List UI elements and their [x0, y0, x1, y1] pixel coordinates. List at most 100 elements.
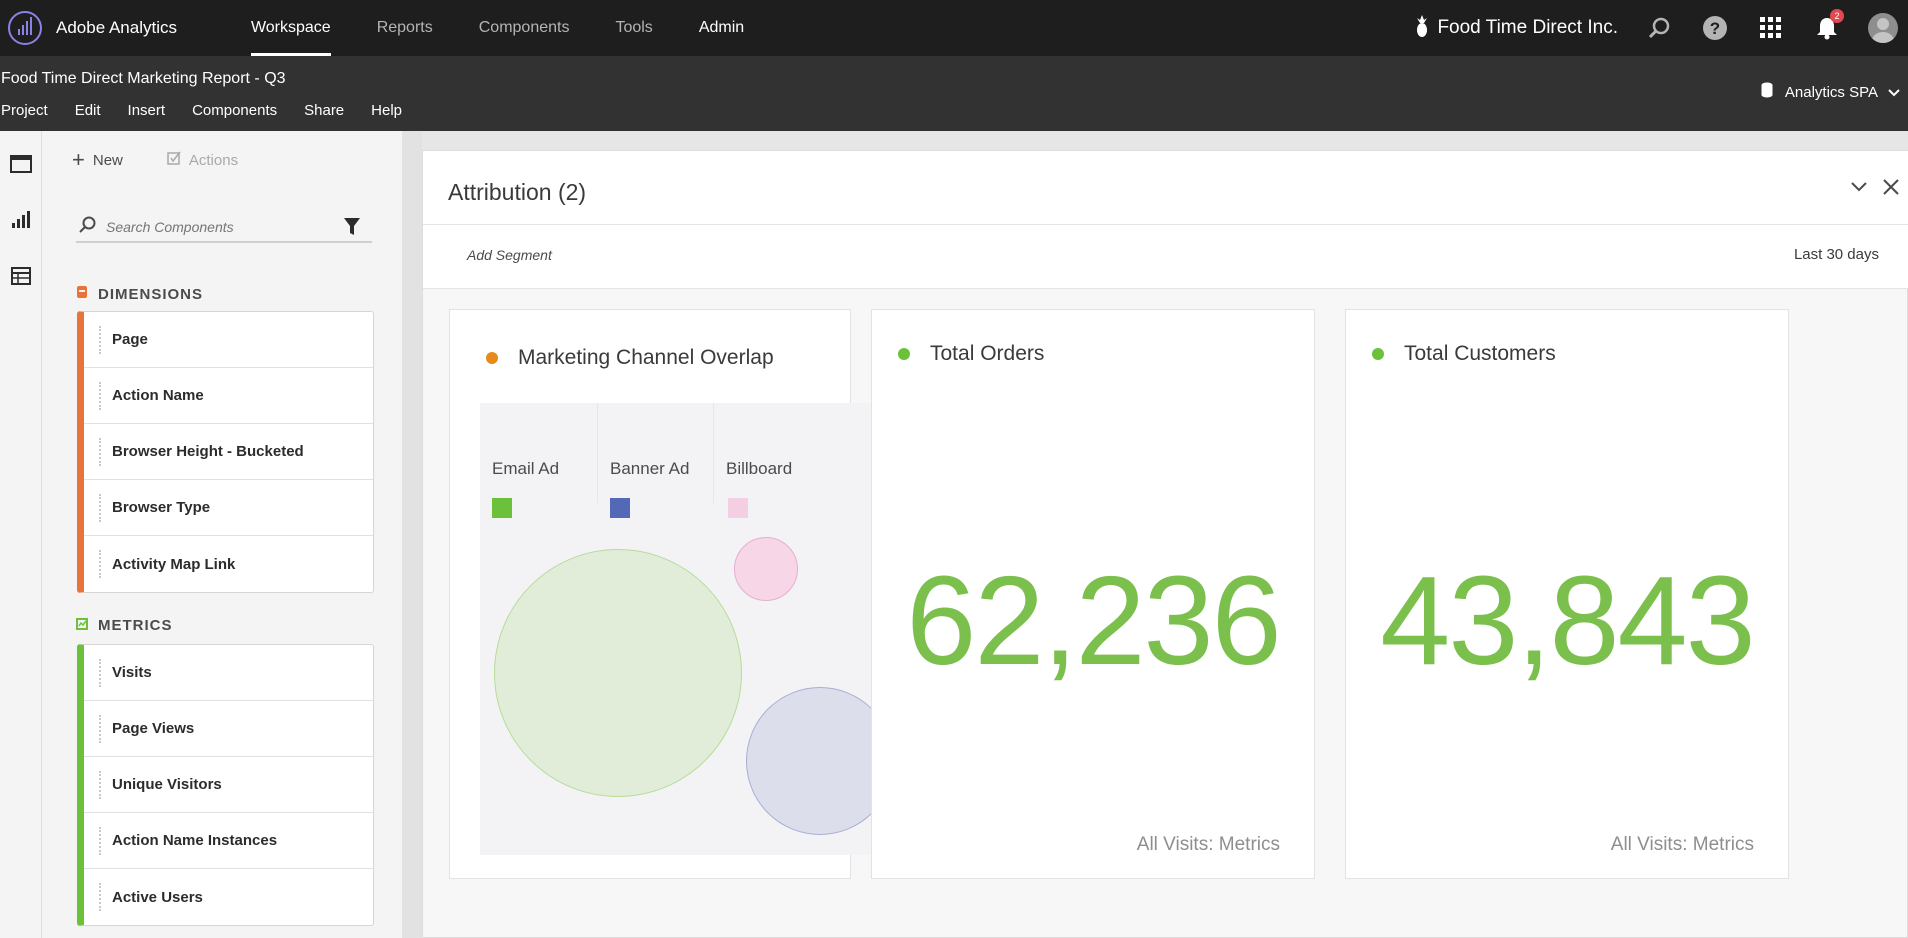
drag-handle	[99, 326, 101, 354]
metric-item[interactable]: Unique Visitors	[84, 757, 373, 813]
metric-item[interactable]: Active Users	[84, 869, 373, 925]
apps-grid-icon[interactable]	[1756, 13, 1786, 43]
summary-number-card[interactable]: Total Orders 62,236 All Visits: Metrics	[871, 309, 1315, 879]
drag-handle	[99, 382, 101, 410]
metric-label: Page Views	[112, 720, 195, 737]
kpi-value: 43,843	[1380, 550, 1755, 691]
venn-circle-email-ad[interactable]	[494, 549, 742, 797]
dimension-label: Activity Map Link	[112, 555, 236, 573]
adobe-analytics-logo-icon	[8, 11, 42, 45]
filter-icon[interactable]	[344, 218, 360, 241]
notification-badge: 2	[1830, 9, 1844, 23]
report-suite-name: Analytics SPA	[1784, 83, 1878, 101]
app-name: Adobe Analytics	[56, 18, 177, 37]
search-icon	[78, 216, 96, 239]
plus-icon: +	[72, 147, 85, 172]
chevron-down-icon[interactable]	[1851, 179, 1867, 197]
panel-resize-divider[interactable]	[402, 131, 422, 938]
status-dot	[486, 352, 498, 364]
close-icon[interactable]	[1883, 179, 1899, 200]
nav-reports[interactable]: Reports	[377, 0, 433, 56]
company-switcher[interactable]: Food Time Direct Inc.	[1415, 14, 1618, 42]
visualizations-icon[interactable]	[10, 209, 32, 231]
dimension-item[interactable]: Browser Height - Bucketed	[84, 424, 373, 480]
new-button[interactable]: + New	[72, 149, 123, 171]
database-icon	[1761, 82, 1773, 102]
nav-components[interactable]: Components	[479, 0, 570, 56]
add-segment[interactable]: Add Segment	[467, 247, 552, 263]
venn-title-row: Marketing Channel Overlap	[486, 346, 774, 370]
search-components	[76, 213, 372, 243]
nav-admin[interactable]: Admin	[699, 0, 744, 56]
metric-label: Active Users	[112, 888, 203, 906]
pineapple-icon	[1415, 14, 1429, 42]
help-icon[interactable]: ?	[1700, 13, 1730, 43]
nav-workspace[interactable]: Workspace	[250, 0, 331, 56]
components-table-icon[interactable]	[10, 265, 32, 287]
venn-diagram[interactable]: Email Ad Banner Ad Billboard	[480, 403, 906, 855]
metric-item[interactable]: Visits	[84, 645, 373, 701]
panel-actions: + New Actions	[72, 149, 238, 171]
kpi-title: Total Orders	[930, 342, 1045, 365]
dimension-item[interactable]: Action Name	[84, 368, 373, 424]
legend-banner-ad: Banner Ad	[610, 459, 690, 478]
menu-components[interactable]: Components	[192, 102, 277, 119]
actions-button[interactable]: Actions	[167, 151, 238, 169]
legend-email-ad: Email Ad	[492, 459, 560, 478]
panel-title[interactable]: Attribution (2)	[448, 179, 586, 206]
report-suite-selector[interactable]: Analytics SPA	[1761, 82, 1900, 102]
drag-handle	[99, 883, 101, 911]
menu-edit[interactable]: Edit	[75, 102, 101, 119]
metric-icon	[76, 617, 88, 634]
dimension-label: Browser Type	[112, 499, 211, 516]
metrics-list: Visits Page Views Unique Visitors Action…	[77, 644, 374, 926]
dimension-label: Page	[112, 331, 148, 348]
kpi-title: Total Customers	[1404, 342, 1556, 365]
actions-label: Actions	[188, 151, 239, 169]
dimension-item[interactable]: Browser Type	[84, 480, 373, 536]
top-nav: Workspace Reports Components Tools Admin	[250, 0, 790, 56]
metrics-heading-label: METRICS	[98, 617, 173, 634]
metric-item[interactable]: Page Views	[84, 701, 373, 757]
menu-project[interactable]: Project	[1, 102, 48, 119]
brand[interactable]: Adobe Analytics	[8, 11, 177, 45]
drag-handle	[99, 771, 101, 799]
project-menu-bar: Project Edit Insert Components Share Hel…	[1, 102, 429, 119]
kpi-footer: All Visits: Metrics	[1610, 834, 1754, 855]
venn-circle-billboard[interactable]	[734, 537, 798, 601]
top-right-controls: Food Time Direct Inc. ? 2	[1415, 0, 1908, 56]
search-icon[interactable]	[1644, 13, 1674, 43]
dimension-item[interactable]: Activity Map Link	[84, 536, 373, 592]
status-dot	[898, 348, 910, 360]
date-range-picker[interactable]: Last 30 days	[1794, 246, 1879, 263]
panels-icon[interactable]	[10, 153, 32, 175]
segment-drop-zone: Add Segment Last 30 days	[423, 225, 1908, 289]
panel-header: Attribution (2)	[423, 151, 1908, 225]
venn-visualization-card[interactable]: Marketing Channel Overlap Email Ad Banne…	[449, 309, 906, 879]
metric-label: Unique Visitors	[112, 776, 222, 793]
drag-handle	[99, 659, 101, 687]
menu-insert[interactable]: Insert	[128, 102, 166, 119]
notifications-bell-icon[interactable]: 2	[1812, 9, 1844, 43]
summary-number-card[interactable]: Total Customers 43,843 All Visits: Metri…	[1345, 309, 1789, 879]
metric-label: Visits	[112, 664, 152, 681]
search-input[interactable]	[106, 219, 326, 235]
menu-share[interactable]: Share	[304, 102, 344, 119]
project-title[interactable]: Food Time Direct Marketing Report - Q3	[1, 70, 286, 88]
project-bar: Food Time Direct Marketing Report - Q3 P…	[0, 56, 1908, 131]
legend-swatch-banner	[610, 498, 630, 518]
menu-help[interactable]: Help	[371, 102, 402, 119]
dimension-item[interactable]: Page	[84, 312, 373, 368]
dimension-icon	[76, 285, 88, 303]
top-nav-bar: Adobe Analytics Workspace Reports Compon…	[0, 0, 1908, 56]
status-dot	[1372, 348, 1384, 360]
metric-label: Action Name Instances	[112, 832, 278, 849]
metric-item[interactable]: Action Name Instances	[84, 813, 373, 869]
legend-column	[598, 403, 714, 503]
nav-tools[interactable]: Tools	[615, 0, 652, 56]
user-avatar[interactable]	[1868, 13, 1898, 43]
drag-handle	[99, 715, 101, 743]
venn-title: Marketing Channel Overlap	[518, 346, 774, 369]
kpi-title-row: Total Customers	[1372, 342, 1556, 366]
company-name: Food Time Direct Inc.	[1437, 17, 1618, 38]
